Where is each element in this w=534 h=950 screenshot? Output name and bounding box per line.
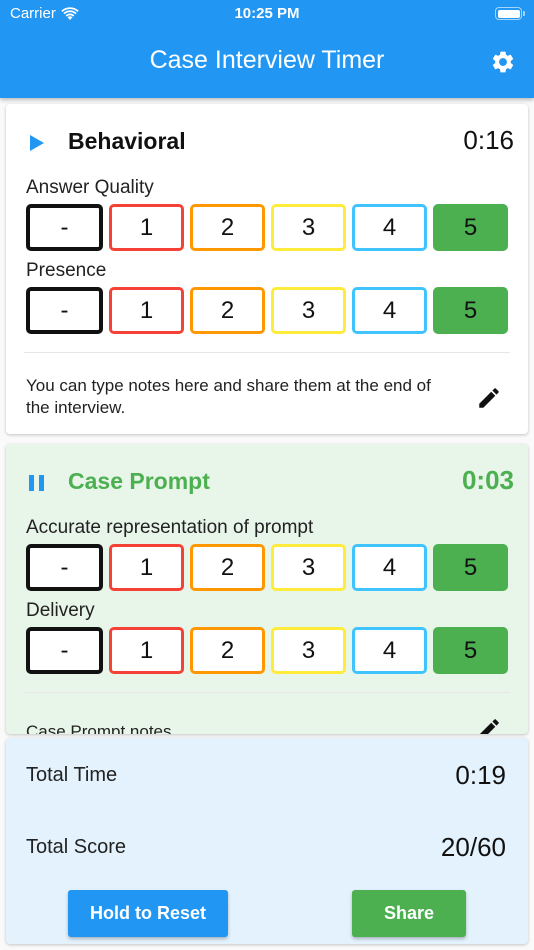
score-button-5-selected[interactable]: 5 (433, 627, 508, 674)
score-button-4[interactable]: 4 (352, 627, 427, 674)
criterion-label: Delivery (26, 600, 95, 621)
share-button[interactable]: Share (352, 890, 466, 937)
section-header[interactable]: Behavioral 0:16 (6, 124, 528, 160)
notes-text[interactable]: You can type notes here and share them a… (26, 375, 446, 419)
app-title: Case Interview Timer (149, 46, 385, 74)
score-button-4[interactable]: 4 (352, 204, 427, 251)
total-time-label: Total Time (26, 764, 118, 786)
section-title: Behavioral (68, 128, 186, 154)
gear-icon[interactable] (490, 49, 516, 75)
battery-icon (495, 7, 525, 20)
score-button-1[interactable]: 1 (109, 204, 184, 251)
score-button-none[interactable]: - (26, 204, 103, 251)
pencil-icon[interactable] (476, 385, 502, 411)
score-button-1[interactable]: 1 (109, 287, 184, 334)
status-bar: Carrier 10:25 PM (0, 0, 534, 30)
score-selector-presence: - 1 2 3 4 5 (26, 287, 508, 334)
total-score-value: 20/60 (440, 832, 506, 862)
score-button-2[interactable]: 2 (190, 544, 265, 591)
score-button-3[interactable]: 3 (271, 627, 346, 674)
score-selector-delivery: - 1 2 3 4 5 (26, 627, 508, 674)
score-button-4[interactable]: 4 (352, 544, 427, 591)
score-button-3[interactable]: 3 (271, 204, 346, 251)
score-selector-answer-quality: - 1 2 3 4 5 (26, 204, 508, 251)
score-button-none[interactable]: - (26, 544, 103, 591)
section-title: Case Prompt (68, 468, 210, 494)
section-card-case-prompt: Case Prompt 0:03 Accurate representation… (6, 444, 528, 734)
score-button-2[interactable]: 2 (190, 627, 265, 674)
notes-text[interactable]: Case Prompt notes (26, 721, 446, 734)
score-button-1[interactable]: 1 (109, 627, 184, 674)
pause-icon[interactable] (26, 472, 48, 494)
hold-to-reset-button[interactable]: Hold to Reset (68, 890, 228, 937)
score-button-5-selected[interactable]: 5 (433, 204, 508, 251)
app-bar: Carrier 10:25 PM Case Interview Timer (0, 0, 534, 98)
criterion-label: Answer Quality (26, 177, 154, 198)
status-time: 10:25 PM (234, 5, 300, 22)
criterion-label: Presence (26, 260, 107, 281)
summary-panel: Total Time 0:19 Total Score 20/60 Hold t… (6, 738, 528, 944)
criterion-label: Accurate representation of prompt (26, 517, 314, 538)
total-score-label: Total Score (26, 836, 127, 858)
section-timer: 0:03 (461, 465, 514, 495)
score-button-5-selected[interactable]: 5 (433, 544, 508, 591)
score-button-3[interactable]: 3 (271, 287, 346, 334)
divider (24, 692, 510, 693)
score-selector-accurate-representation: - 1 2 3 4 5 (26, 544, 508, 591)
score-button-3[interactable]: 3 (271, 544, 346, 591)
play-icon[interactable] (26, 132, 48, 154)
divider (24, 352, 510, 353)
score-button-1[interactable]: 1 (109, 544, 184, 591)
score-button-5-selected[interactable]: 5 (433, 287, 508, 334)
score-button-4[interactable]: 4 (352, 287, 427, 334)
score-button-none[interactable]: - (26, 627, 103, 674)
section-timer: 0:16 (463, 125, 514, 155)
pencil-icon[interactable] (476, 716, 502, 734)
section-card-behavioral: Behavioral 0:16 Answer Quality - 1 2 3 4… (6, 104, 528, 434)
score-button-none[interactable]: - (26, 287, 103, 334)
score-button-2[interactable]: 2 (190, 287, 265, 334)
section-header[interactable]: Case Prompt 0:03 (6, 464, 528, 500)
score-button-2[interactable]: 2 (190, 204, 265, 251)
total-time-value: 0:19 (455, 760, 506, 790)
